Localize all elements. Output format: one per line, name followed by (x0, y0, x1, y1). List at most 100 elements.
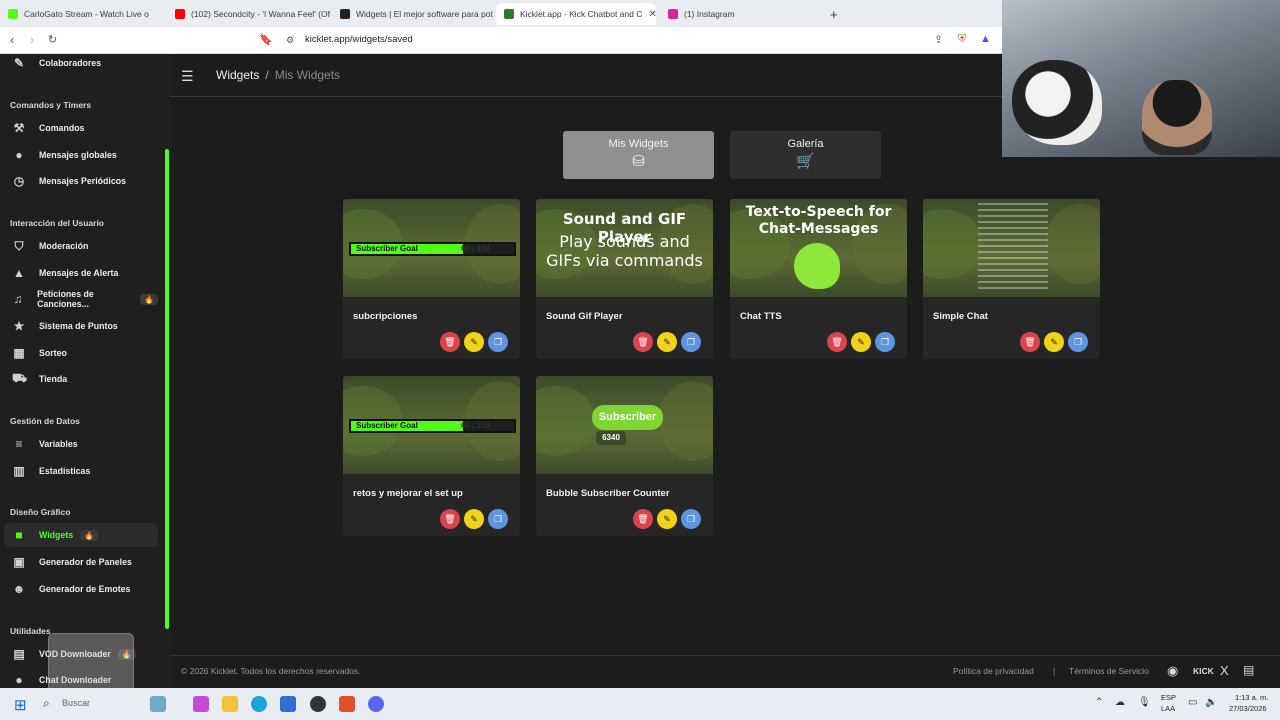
sidebar-item-label: Peticiones de Canciones... (37, 289, 94, 309)
network-icon[interactable]: ▭ (1188, 697, 1197, 708)
privacy-link[interactable]: Política de privacidad (953, 666, 1034, 676)
edit-button[interactable]: ✎ (464, 509, 484, 529)
widget-card[interactable]: Subscriber Goal 69 / 100 retos y mejorar… (343, 376, 520, 536)
new-tab-button[interactable]: + (822, 3, 846, 25)
sidebar-item-label: Colaboradores (39, 58, 102, 68)
file-explorer-icon[interactable] (222, 696, 238, 712)
terms-link[interactable]: Términos de Servicio (1069, 666, 1149, 676)
discord-taskbar-icon[interactable] (368, 696, 384, 712)
delete-button[interactable]: 🗑 (440, 509, 460, 529)
sidebar-item-mensajes-globales[interactable]: ● Mensajes globales (4, 143, 158, 167)
search-icon[interactable]: ⌕ (43, 696, 50, 711)
delete-button[interactable]: 🗑 (633, 332, 653, 352)
forward-icon[interactable]: › (30, 32, 34, 47)
sidebar-item-sorteo[interactable]: ▦ Sorteo (4, 341, 158, 365)
goal-count: 69 / 100 (461, 421, 490, 430)
kick-link[interactable]: KICK (1193, 666, 1214, 676)
duplicate-button[interactable]: ❐ (875, 332, 895, 352)
rewards-icon[interactable]: ▲ (980, 33, 991, 45)
edit-button[interactable]: ✎ (657, 332, 677, 352)
sidebar-item-comandos[interactable]: ⚒ Comandos (4, 116, 158, 140)
windows-start-icon[interactable]: ⊞ (14, 696, 27, 714)
breadcrumb-root[interactable]: Widgets (216, 68, 259, 82)
delete-button[interactable]: 🗑 (1020, 332, 1040, 352)
edge-icon[interactable] (251, 696, 267, 712)
sidebar-item-tienda[interactable]: ⛟ Tienda (4, 367, 158, 391)
clock-date[interactable]: 27/03/2026 (1229, 704, 1267, 713)
obs-icon[interactable] (310, 696, 326, 712)
sidebar-item-moderacion[interactable]: ⛉ Moderación (4, 234, 158, 258)
chevron-up-icon[interactable]: ⌃ (1095, 697, 1103, 708)
edit-button[interactable]: ✎ (464, 332, 484, 352)
widget-actions: 🗑 ✎ ❐ (1020, 332, 1088, 352)
cloud-icon[interactable]: ☁ (1115, 697, 1125, 708)
sidebar-item-peticiones[interactable]: ♫ Peticiones de Canciones... 🔥 (4, 287, 158, 311)
cart-icon: 🛒 (796, 153, 815, 170)
landscape-app-icon[interactable] (150, 696, 166, 712)
sidebar-item-colaboradores[interactable]: ✎ Colaboradores (4, 54, 158, 75)
edit-button[interactable]: ✎ (657, 509, 677, 529)
browser-tab-active[interactable]: Kicklet.app - Kick Chatbot and C ✕ (496, 3, 656, 25)
duplicate-button[interactable]: ❐ (681, 509, 701, 529)
sidebar-item-widgets[interactable]: ■ Widgets 🔥 (4, 523, 158, 547)
sidebar-scrollbar[interactable] (165, 149, 169, 629)
widget-card[interactable]: Sound and GIF Player Play sounds and GIF… (536, 199, 713, 359)
goal-label: Subscriber Goal (356, 421, 418, 430)
language-indicator[interactable]: ESP (1161, 693, 1176, 702)
tab-mis-widgets[interactable]: Mis Widgets ⛁ (563, 131, 714, 179)
tab-label: Mis Widgets (608, 138, 669, 150)
duplicate-button[interactable]: ❐ (488, 332, 508, 352)
delete-button[interactable]: 🗑 (440, 332, 460, 352)
volume-icon[interactable]: 🔈 (1205, 697, 1217, 708)
widget-card[interactable]: Subscriber Goal 69 / 100 subcripciones 🗑… (343, 199, 520, 359)
sidebar-item-mensajes-periodicos[interactable]: ◷ Mensajes Periódicos (4, 169, 158, 193)
copilot-icon[interactable] (193, 696, 209, 712)
duplicate-button[interactable]: ❐ (1068, 332, 1088, 352)
widget-card[interactable]: Text-to-Speech for Chat-Messages Chat TT… (730, 199, 907, 359)
duplicate-button[interactable]: ❐ (488, 509, 508, 529)
edit-button[interactable]: ✎ (1044, 332, 1064, 352)
reload-icon[interactable]: ↻ (48, 33, 57, 46)
shield-icon: ⛉ (14, 238, 24, 253)
taskbar-search-input[interactable]: Buscar (62, 698, 90, 708)
site-info-icon[interactable]: ⚙ (286, 35, 294, 46)
duplicate-button[interactable]: ❐ (681, 332, 701, 352)
brave-shield-icon[interactable]: ⛨ (958, 33, 966, 46)
share-icon[interactable]: ⇪ (934, 33, 943, 46)
tab-label: Galería (787, 138, 824, 150)
widget-card[interactable]: Subscriber 6340 Bubble Subscriber Counte… (536, 376, 713, 536)
browser-tab[interactable]: (1) Instagram (660, 3, 820, 25)
tab-galeria[interactable]: Galería 🛒 (730, 131, 881, 179)
browser-tab[interactable]: Widgets | El mejor software para pot (332, 3, 494, 25)
keyboard-layout-indicator[interactable]: LAA (1161, 704, 1175, 713)
discord-icon[interactable]: ◉ (1167, 663, 1178, 679)
sidebar-item-sistema-de-puntos[interactable]: ★ Sistema de Puntos (4, 314, 158, 338)
url-field[interactable]: kicklet.app/widgets/saved (305, 34, 413, 45)
bookmark-icon[interactable]: 🔖 (259, 33, 273, 46)
sidebar-item-mensajes-de-alerta[interactable]: ▲ Mensajes de Alerta (4, 261, 158, 285)
smiley-icon: ☻ (12, 582, 26, 596)
sidebar-item-variables[interactable]: ≡ Variables (4, 432, 158, 456)
clock-time[interactable]: 1:13 a. m. (1235, 693, 1268, 702)
browser-tab[interactable]: CarloGato Stream - Watch Live o (0, 3, 165, 25)
document-icon[interactable]: ▤ (1243, 663, 1254, 677)
kicklet-favicon-icon (504, 9, 514, 19)
brave-icon[interactable] (339, 696, 355, 712)
back-icon[interactable]: ‹ (10, 32, 14, 47)
sidebar-item-generador-paneles[interactable]: ▣ Generador de Paneles (4, 550, 158, 574)
sidebar-item-label: Generador de Paneles (39, 557, 132, 567)
widget-card[interactable]: Simple Chat 🗑 ✎ ❐ (923, 199, 1100, 359)
sidebar-item-generador-emotes[interactable]: ☻ Generador de Emotes (4, 577, 158, 601)
close-tab-icon[interactable]: ✕ (648, 9, 656, 20)
x-link[interactable]: X (1220, 663, 1229, 678)
delete-button[interactable]: 🗑 (827, 332, 847, 352)
edit-button[interactable]: ✎ (851, 332, 871, 352)
delete-button[interactable]: 🗑 (633, 509, 653, 529)
sidebar-item-estadisticas[interactable]: ▥ Estadísticas (4, 459, 158, 483)
browser-tab[interactable]: (102) Secondcity - 'I Wanna Feel' (Of (167, 3, 332, 25)
store-icon[interactable] (280, 696, 296, 712)
sidebar-item-label: Estadísticas (39, 466, 91, 476)
youtube-favicon-icon (175, 9, 185, 19)
menu-toggle-icon[interactable]: ☰ (181, 68, 194, 85)
microphone-icon[interactable]: 🎙 (1138, 697, 1151, 708)
